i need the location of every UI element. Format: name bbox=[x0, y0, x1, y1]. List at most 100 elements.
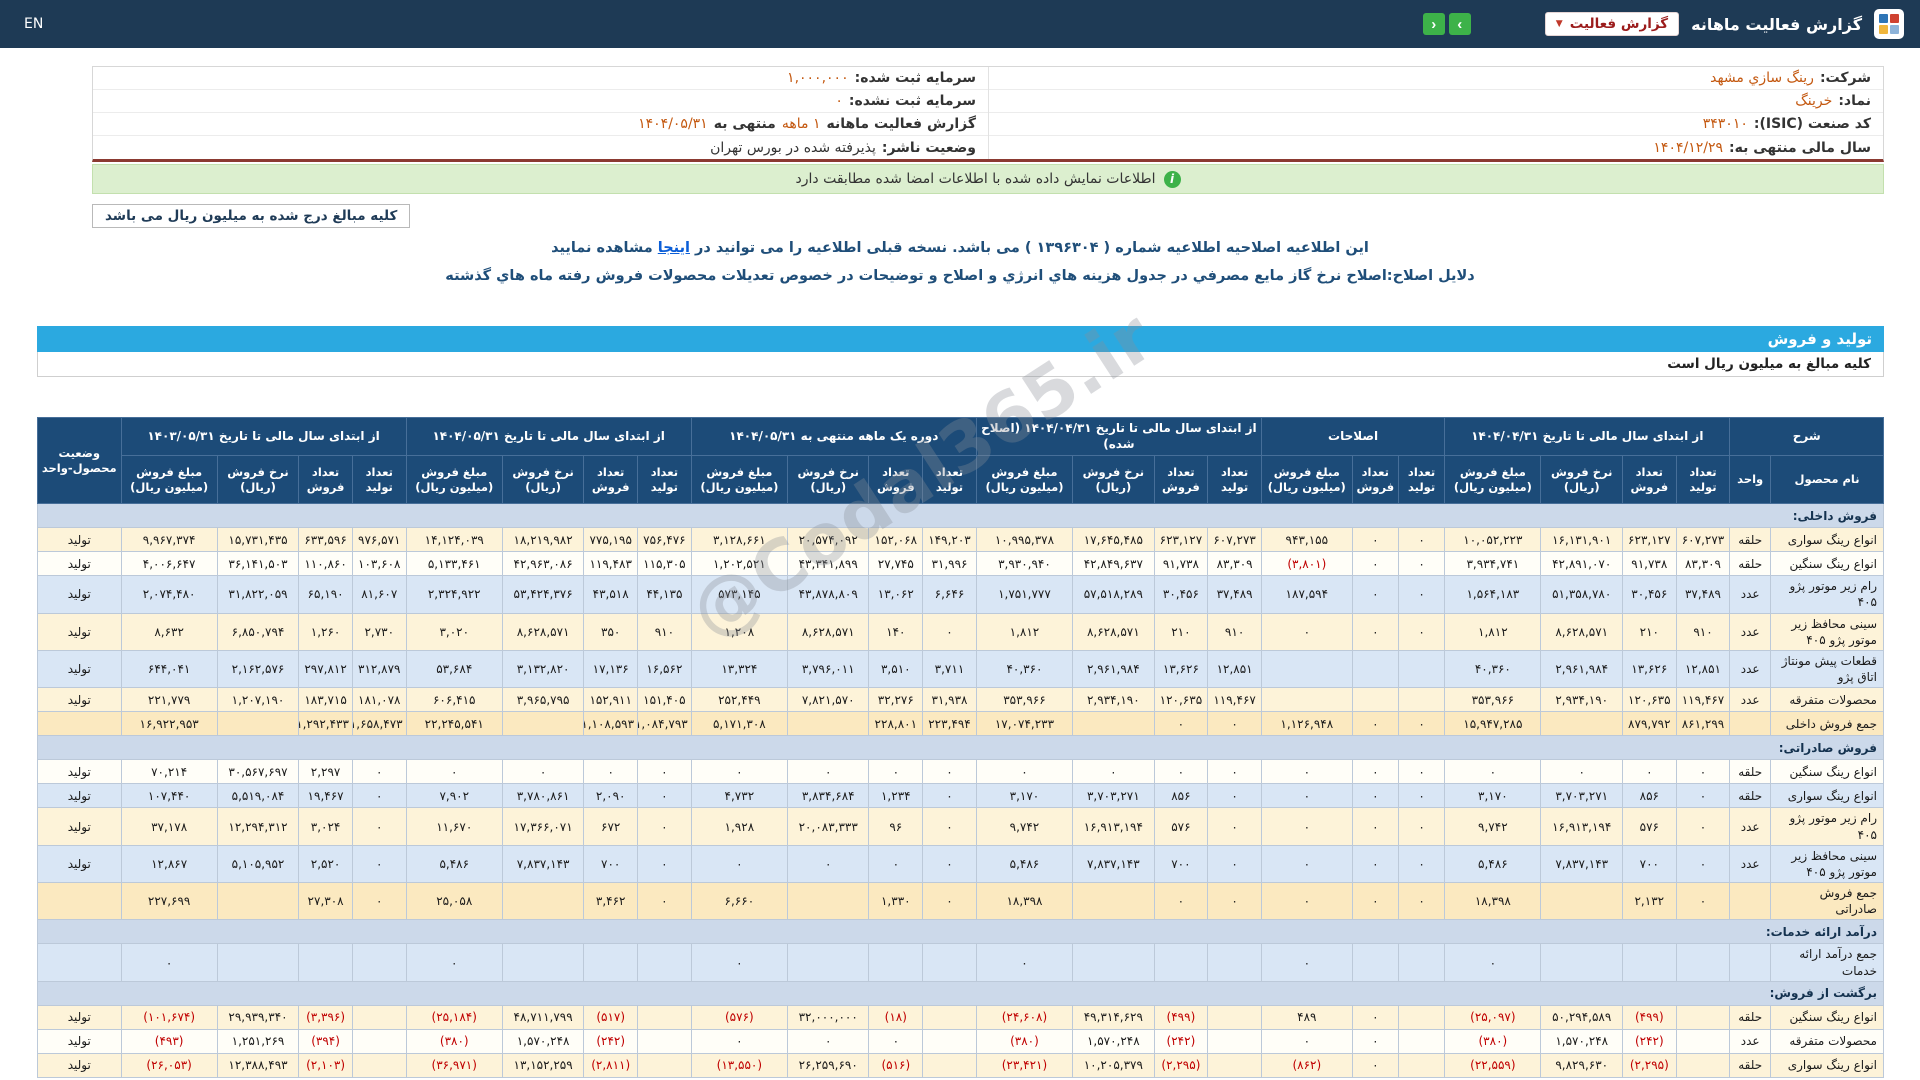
column-header: تعداد فروش bbox=[583, 455, 639, 505]
value-cell: ۰ bbox=[786, 844, 870, 884]
column-group-header: شرح bbox=[1729, 416, 1884, 457]
product-name-cell: رام زیر موتور پژو ۴۰۵ bbox=[1770, 575, 1884, 614]
value-cell: ۳,۱۲۸,۶۶۱ bbox=[690, 527, 788, 553]
value-cell: ۰ bbox=[1621, 759, 1677, 785]
value-text: ۱۰۷,۴۴۰ bbox=[147, 788, 191, 803]
value-cell: ۱۲۰,۶۳۵ bbox=[1621, 687, 1677, 713]
value-text: ۷۰۰ bbox=[601, 856, 621, 871]
report-nav-buttons: › ‹ bbox=[1422, 13, 1471, 35]
value-cell: ۱۵۲,۰۶۸ bbox=[868, 527, 924, 553]
value-cell: ۱,۰۸۴,۷۹۳ bbox=[637, 711, 692, 737]
value-cell: ۲۲۳,۴۹۴ bbox=[922, 711, 977, 737]
value-text: ۴۸,۷۱۱,۷۹۹ bbox=[513, 1010, 573, 1025]
value-text: ۷,۸۳۷,۱۴۳ bbox=[1086, 856, 1140, 871]
product-row: قطعات پیش مونتاژ اتاق پژو عدد ۱۲,۸۵۱ ۱۳,۶۲۶… bbox=[37, 649, 1884, 689]
value-text: ۳۲,۲۷۶ bbox=[877, 692, 914, 707]
column-header-product: نام محصول bbox=[1770, 455, 1884, 505]
value-text: ۱,۶۵۸,۴۷۳ bbox=[352, 716, 403, 731]
value-text: ۳,۱۷۰ bbox=[1478, 788, 1508, 803]
value-cell: ۹۷۶,۵۷۱ bbox=[351, 527, 407, 553]
product-row: رام زیر موتور پژو ۴۰۵ عدد ۳۷,۴۸۹ ۳۰,۴۵۶ ۵۱,۳… bbox=[37, 575, 1884, 614]
status-cell: تولید bbox=[37, 649, 122, 689]
value-cell: ۴۸۹ bbox=[1260, 1004, 1353, 1030]
language-toggle-en[interactable]: EN bbox=[24, 16, 43, 32]
unit-cell: عدد bbox=[1729, 844, 1772, 884]
value-cell: ۲۲۷,۶۹۹ bbox=[120, 882, 218, 921]
value-cell: ۰ bbox=[1260, 759, 1353, 785]
value-cell: (۲۳,۴۲۱) bbox=[975, 1052, 1074, 1078]
value-cell: ۸۵۶ bbox=[1153, 783, 1209, 809]
value-text: (۲۶,۰۵۳) bbox=[146, 1058, 192, 1073]
value-cell: ۱,۲۹۲,۴۳۳ bbox=[298, 711, 353, 737]
value-cell: ۳,۴۶۲ bbox=[583, 882, 639, 921]
value-cell: (۲۶,۰۵۳) bbox=[120, 1052, 218, 1078]
value-text: ۰ bbox=[1699, 764, 1707, 779]
unit-cell: حلقه bbox=[1729, 1052, 1772, 1078]
value-cell: (۴۹۳) bbox=[120, 1028, 218, 1054]
value-cell: ۲۷,۳۰۸ bbox=[298, 882, 353, 921]
previous-version-link[interactable]: اینجا bbox=[658, 240, 690, 256]
value-text: ۵,۱۰۵,۹۵۲ bbox=[231, 856, 285, 871]
value-text: ۲۰,۵۷۴,۰۹۲ bbox=[798, 532, 858, 547]
value-cell: ۵,۱۳۳,۴۶۱ bbox=[405, 551, 503, 577]
value-text: ۷,۹۰۲ bbox=[439, 788, 470, 803]
value-text: ۱۱۵,۳۰۵ bbox=[643, 556, 686, 571]
value-cell: ۱۳,۱۵۲,۲۵۹ bbox=[501, 1052, 585, 1078]
value-text: ۱,۱۲۶,۹۴۸ bbox=[1280, 716, 1334, 731]
value-text: ۰ bbox=[1418, 624, 1425, 639]
value-text: ۰ bbox=[1418, 716, 1425, 731]
product-name-cell: محصولات متفرقه bbox=[1770, 1028, 1884, 1054]
value-text: ۰ bbox=[1177, 764, 1185, 779]
product-row: انواع رینگ سواری حلقه ۶۰۷,۲۷۳ ۶۲۳,۱۲۷ ۱۶,۱۳۱… bbox=[37, 527, 1884, 553]
value-text: ۲,۲۹۷ bbox=[310, 764, 341, 779]
prev-report-button[interactable]: ‹ bbox=[1422, 13, 1445, 35]
value-text: ۴,۷۳۲ bbox=[724, 788, 755, 803]
value-text: ۰ bbox=[1372, 624, 1379, 639]
value-cell bbox=[1397, 943, 1446, 982]
value-cell: ۰ bbox=[1260, 1028, 1353, 1054]
value-text: ۲۲۳,۴۹۴ bbox=[928, 716, 971, 731]
report-type-dropdown[interactable]: گزارش فعالیت ▼ bbox=[1544, 12, 1680, 36]
value-text: ۰ bbox=[165, 955, 173, 970]
value-cell: ۰ bbox=[1351, 882, 1399, 921]
value-text: ۲۲,۲۴۵,۵۴۱ bbox=[424, 716, 484, 731]
value-cell: ۳۲,۲۷۶ bbox=[868, 687, 924, 713]
value-text: ۰ bbox=[946, 819, 953, 834]
value-cell: ۱,۹۲۸ bbox=[690, 807, 788, 846]
value-text: ۰ bbox=[1372, 894, 1379, 909]
value-text: ۴۳,۳۴۱,۸۹۹ bbox=[798, 556, 858, 571]
value-text: ۷,۸۳۷,۱۴۳ bbox=[1555, 856, 1609, 871]
value-cell: ۰ bbox=[1397, 759, 1446, 785]
value-cell: ۱,۵۷۰,۲۴۸ bbox=[501, 1028, 585, 1054]
value-text: (۳۸۰) bbox=[1478, 1034, 1508, 1049]
value-text: ۰ bbox=[1699, 856, 1707, 871]
value-text: ۲,۰۹۰ bbox=[595, 788, 626, 803]
value-cell: ۳,۰۲۴ bbox=[298, 807, 353, 846]
value-cell: ۱۷,۶۴۵,۴۸۵ bbox=[1072, 527, 1155, 553]
column-header: تعداد فروش bbox=[1153, 455, 1209, 505]
value-cell: ۱,۵۷۰,۲۴۸ bbox=[1072, 1028, 1155, 1054]
value-cell: ۲,۹۳۴,۱۹۰ bbox=[1540, 687, 1623, 713]
value-cell: ۰ bbox=[1351, 711, 1399, 737]
value-cell: ۰ bbox=[1207, 882, 1262, 921]
value-cell: (۲۴۲) bbox=[583, 1028, 639, 1054]
value-text: ۶,۸۵۰,۷۹۴ bbox=[231, 624, 285, 639]
value-cell: ۱۸۱,۰۷۸ bbox=[351, 687, 407, 713]
value-cell: ۷,۸۳۷,۱۴۳ bbox=[1072, 844, 1155, 884]
value-cell: ۵,۴۸۶ bbox=[975, 844, 1074, 884]
value-text: ۰ bbox=[451, 764, 458, 779]
value-text: ۴۸۹ bbox=[1297, 1010, 1317, 1025]
value-cell: ۱۶,۹۱۳,۱۹۴ bbox=[1072, 807, 1155, 846]
value-text: ۳,۷۰۳,۲۷۱ bbox=[1555, 788, 1609, 803]
value-cell: ۱۴۹,۲۰۳ bbox=[922, 527, 977, 553]
value-cell bbox=[1207, 1004, 1262, 1030]
value-text: ۲,۱۳۲ bbox=[1634, 894, 1665, 909]
column-header: نرخ فروش (ریال) bbox=[1540, 455, 1623, 505]
next-report-button[interactable]: › bbox=[1448, 13, 1471, 35]
value-text: ۳,۵۱۰ bbox=[880, 662, 911, 677]
status-cell: تولید bbox=[37, 1052, 122, 1078]
value-text: ۲۰,۰۸۳,۳۳۳ bbox=[798, 819, 858, 834]
value-text: ۱۰,۲۰۵,۳۷۹ bbox=[1083, 1058, 1143, 1073]
value-cell: ۰ bbox=[351, 844, 407, 884]
value-text: ۳۱,۹۹۶ bbox=[931, 556, 968, 571]
